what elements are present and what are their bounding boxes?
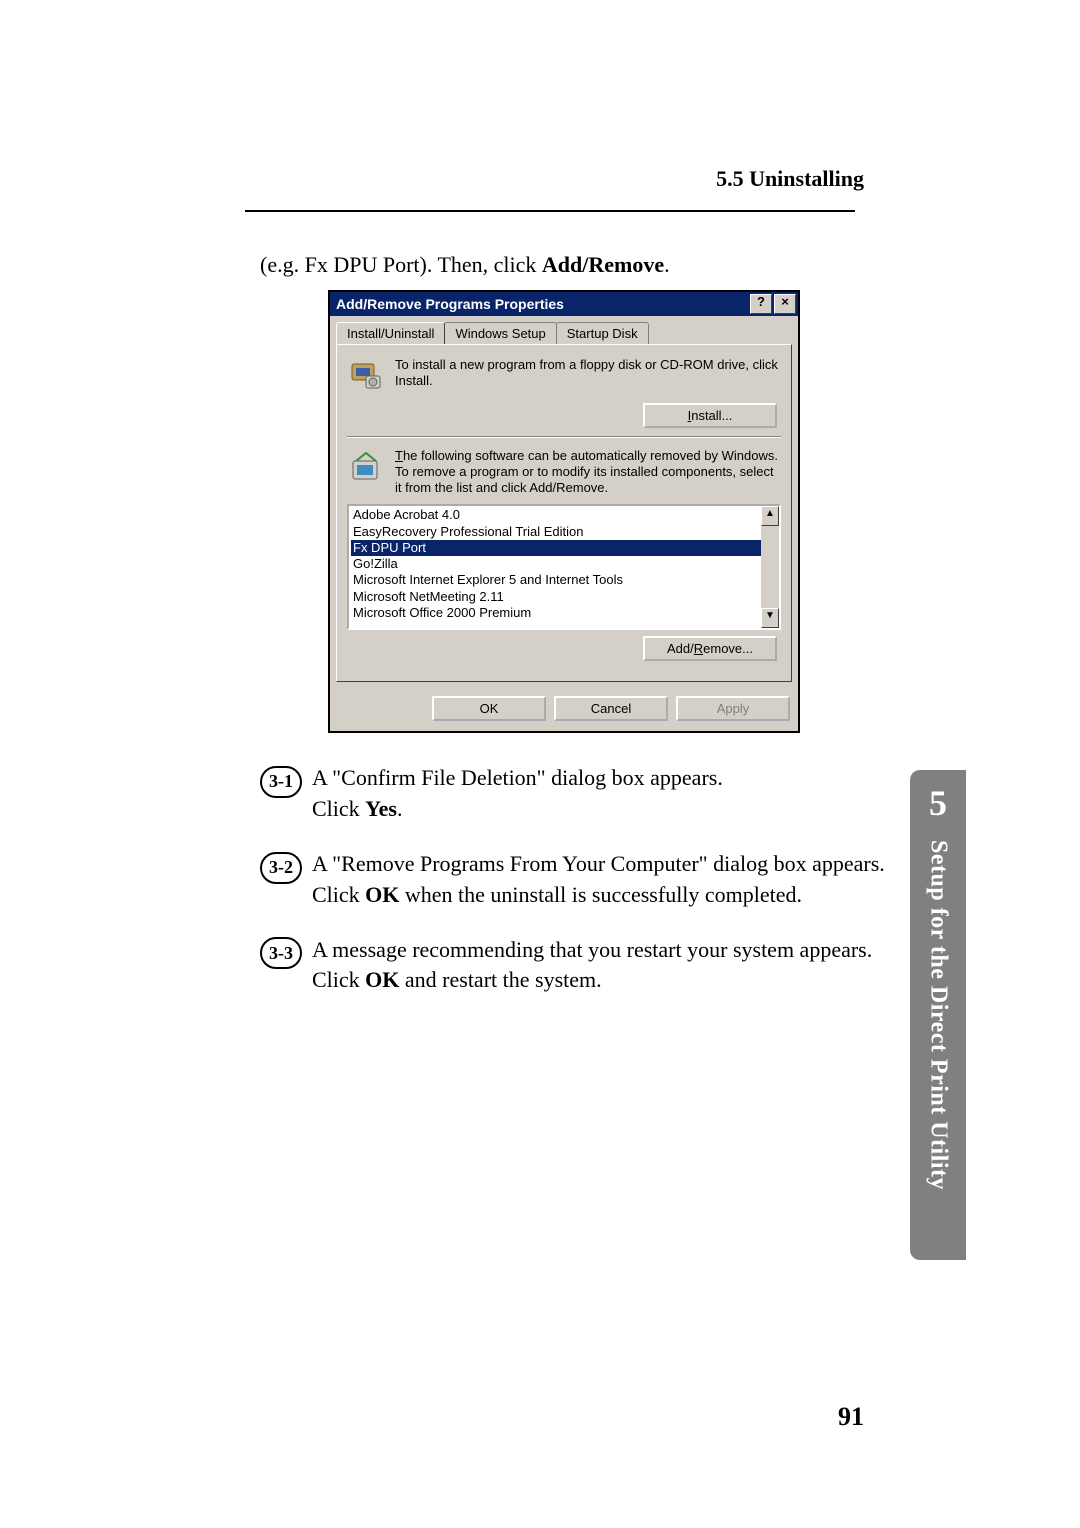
close-button[interactable]: × bbox=[774, 294, 796, 314]
tab-install-uninstall[interactable]: Install/Uninstall bbox=[336, 322, 445, 344]
list-item[interactable]: EasyRecovery Professional Trial Edition bbox=[351, 524, 761, 540]
step-line2-prefix: Click bbox=[312, 796, 365, 821]
install-icon bbox=[347, 357, 385, 395]
dialog-button-row: OK Cancel Apply bbox=[330, 688, 798, 731]
step-line2-bold: Yes bbox=[365, 796, 397, 821]
list-item[interactable]: Go!Zilla bbox=[351, 556, 761, 572]
intro-line: (e.g. Fx DPU Port). Then, click Add/Remo… bbox=[260, 250, 970, 280]
step-line2-prefix: Click bbox=[312, 967, 365, 992]
uninstall-text: The following software can be automatica… bbox=[395, 448, 781, 497]
tab-strip: Install/Uninstall Windows Setup Startup … bbox=[330, 316, 798, 344]
step-line1: A "Remove Programs From Your Computer" d… bbox=[312, 849, 970, 880]
list-item[interactable]: Microsoft NetMeeting 2.11 bbox=[351, 589, 761, 605]
dialog-titlebar[interactable]: Add/Remove Programs Properties ? × bbox=[330, 292, 798, 316]
section-header: 5.5 Uninstalling bbox=[716, 166, 864, 192]
step-label: 3-3 bbox=[260, 937, 302, 970]
program-list-scrollbar[interactable]: ▲ ▼ bbox=[761, 506, 779, 628]
intro-suffix: . bbox=[664, 252, 670, 277]
list-item[interactable]: Microsoft Internet Explorer 5 and Intern… bbox=[351, 572, 761, 588]
program-list[interactable]: Adobe Acrobat 4.0EasyRecovery Profession… bbox=[347, 504, 781, 630]
step-badge: 3-3 bbox=[260, 937, 302, 969]
screenshot: Add/Remove Programs Properties ? × Insta… bbox=[328, 290, 800, 734]
addremove-dialog: Add/Remove Programs Properties ? × Insta… bbox=[328, 290, 800, 734]
help-button[interactable]: ? bbox=[750, 294, 772, 314]
step-line1: A message recommending that you restart … bbox=[312, 935, 970, 966]
chapter-title: Setup for the Direct Print Utility bbox=[925, 840, 952, 1190]
uninstall-icon bbox=[347, 448, 385, 486]
step-body: A "Remove Programs From Your Computer" d… bbox=[312, 849, 970, 911]
install-button[interactable]: Install... bbox=[643, 403, 777, 428]
install-button-rest: nstall... bbox=[691, 408, 732, 423]
step-line2-suffix: . bbox=[397, 796, 403, 821]
add-remove-button[interactable]: Add/Remove... bbox=[643, 636, 777, 661]
intro-prefix: (e.g. Fx DPU Port). Then, click bbox=[260, 252, 542, 277]
list-item[interactable]: Microsoft Office 2000 Premium bbox=[351, 605, 761, 621]
step-badge: 3-1 bbox=[260, 766, 302, 798]
step-line2: Click OK and restart the system. bbox=[312, 965, 970, 996]
apply-button[interactable]: Apply bbox=[676, 696, 790, 721]
list-item[interactable]: Fx DPU Port bbox=[351, 540, 761, 556]
step-body: A message recommending that you restart … bbox=[312, 935, 970, 997]
step-line2-bold: OK bbox=[365, 882, 399, 907]
step-label: 3-2 bbox=[260, 851, 302, 884]
cancel-button[interactable]: Cancel bbox=[554, 696, 668, 721]
program-list-wrap: Adobe Acrobat 4.0EasyRecovery Profession… bbox=[347, 504, 781, 630]
step-line1: A "Confirm File Deletion" dialog box app… bbox=[312, 763, 970, 794]
scroll-up-button[interactable]: ▲ bbox=[761, 506, 779, 526]
step: 3-1 A "Confirm File Deletion" dialog box … bbox=[260, 763, 970, 825]
step-badge: 3-2 bbox=[260, 852, 302, 884]
step-line2-prefix: Click bbox=[312, 882, 365, 907]
page-number: 91 bbox=[838, 1402, 864, 1432]
step-body: A "Confirm File Deletion" dialog box app… bbox=[312, 763, 970, 825]
intro-bold: Add/Remove bbox=[542, 252, 664, 277]
step-line2: Click OK when the uninstall is successfu… bbox=[312, 880, 970, 911]
step-line2-suffix: when the uninstall is successfully compl… bbox=[399, 882, 802, 907]
step: 3-2 A "Remove Programs From Your Computer… bbox=[260, 849, 970, 911]
chapter-tab: 5 Setup for the Direct Print Utility bbox=[910, 770, 966, 1260]
dialog-title: Add/Remove Programs Properties bbox=[336, 296, 564, 312]
step: 3-3 A message recommending that you resta… bbox=[260, 935, 970, 997]
scroll-down-button[interactable]: ▼ bbox=[761, 608, 779, 628]
ok-button[interactable]: OK bbox=[432, 696, 546, 721]
install-text: To install a new program from a floppy d… bbox=[395, 357, 781, 395]
step-label: 3-1 bbox=[260, 765, 302, 798]
tab-pane: To install a new program from a floppy d… bbox=[336, 344, 792, 683]
list-item[interactable]: Adobe Acrobat 4.0 bbox=[351, 507, 761, 523]
step-line2-bold: OK bbox=[365, 967, 399, 992]
header-divider bbox=[245, 210, 855, 212]
tab-windows-setup[interactable]: Windows Setup bbox=[444, 322, 556, 344]
step-line2-suffix: and restart the system. bbox=[399, 967, 601, 992]
pane-divider bbox=[347, 436, 781, 438]
uninstall-text-rest: he following software can be automatical… bbox=[395, 448, 778, 496]
tab-startup-disk[interactable]: Startup Disk bbox=[556, 322, 649, 344]
chapter-number: 5 bbox=[929, 782, 947, 824]
step-line2: Click Yes. bbox=[312, 794, 970, 825]
